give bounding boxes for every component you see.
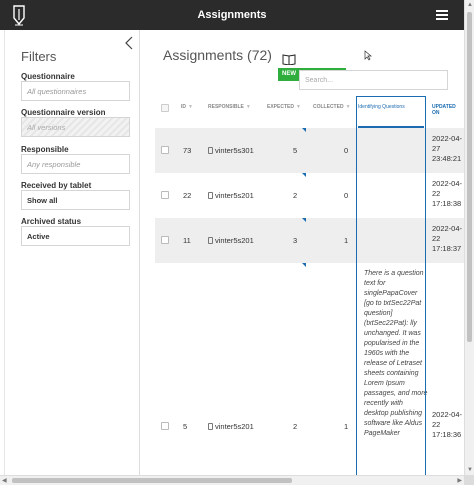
column-responsible[interactable]: RESPONSIBLE ▼ — [208, 96, 251, 128]
search-input[interactable]: Search... — [299, 70, 448, 90]
column-identifying-questions[interactable]: Identifying Questions — [358, 96, 424, 128]
scroll-right-icon[interactable]: ▶ — [457, 477, 462, 484]
row-expected[interactable]: 5 — [293, 146, 297, 155]
edit-marker-icon — [302, 128, 306, 132]
row-collected: 1 — [344, 236, 349, 245]
edit-marker-icon — [302, 218, 306, 222]
table-row[interactable]: 11 vinter5s201 3 1 2022-04- 22 17:18:37 — [155, 218, 464, 263]
row-id[interactable]: 11 — [183, 236, 191, 245]
scroll-down-icon[interactable]: ▼ — [467, 467, 473, 473]
filter-received-label: Received by tablet — [21, 181, 92, 190]
vertical-scrollbar[interactable]: ▲ ▼ — [464, 0, 474, 475]
row-updated-on: 2022-04- 27 23:48:21 — [432, 134, 463, 163]
column-collected[interactable]: COLLECTED ▼ — [313, 96, 351, 128]
archived-status-select[interactable]: Active — [21, 226, 130, 246]
hamburger-icon[interactable] — [436, 10, 448, 20]
row-collected: 0 — [344, 146, 349, 155]
row-collected: 0 — [344, 191, 349, 200]
table-row[interactable]: 73 vinter5s301 5 0 2022-04- 27 23:48:21 — [155, 128, 464, 173]
row-responsible[interactable]: vinter5s201 — [208, 236, 254, 245]
row-expected[interactable]: 2 — [293, 191, 297, 200]
table-row[interactable]: 22 vinter5s201 2 0 2022-04- 22 17:18:38 — [155, 173, 464, 218]
edit-marker-icon — [302, 173, 306, 177]
row-collected: 1 — [344, 422, 349, 431]
horizontal-scroll-thumb[interactable] — [12, 478, 292, 483]
tablet-icon — [208, 237, 213, 244]
tablet-icon — [208, 423, 213, 430]
select-all-checkbox[interactable] — [161, 104, 169, 112]
filter-questionnaire-label: Questionnaire — [21, 72, 75, 81]
book-icon[interactable] — [282, 53, 296, 65]
filter-version-label: Questionnaire version — [21, 108, 106, 117]
chevron-left-icon[interactable] — [124, 36, 134, 50]
filters-title: Filters — [21, 49, 57, 64]
row-expected[interactable]: 2 — [293, 422, 297, 431]
edit-marker-icon — [302, 263, 306, 267]
horizontal-scrollbar[interactable]: ◀ ▶ — [0, 475, 464, 485]
tablet-icon — [208, 147, 213, 154]
top-bar: Assignments — [0, 0, 464, 30]
scrollbar-corner — [464, 475, 474, 485]
responsible-select[interactable]: Any responsible — [21, 154, 130, 174]
mouse-cursor-icon — [364, 50, 372, 61]
row-checkbox[interactable] — [161, 191, 169, 199]
table-row[interactable]: 5 vinter5s201 2 1 There is a question te… — [155, 263, 464, 475]
row-updated-on: 2022-04- 22 17:18:37 — [432, 224, 463, 253]
column-id[interactable]: ID ▼ — [181, 96, 193, 128]
row-id[interactable]: 73 — [183, 146, 191, 155]
row-id[interactable]: 5 — [183, 422, 187, 431]
row-expected[interactable]: 3 — [293, 236, 297, 245]
table-header: ID ▼ RESPONSIBLE ▼ EXPECTED ▼ COLLECTED ▼ Id… — [155, 96, 464, 128]
tablet-icon — [208, 192, 213, 199]
vertical-scroll-thumb[interactable] — [467, 12, 472, 342]
row-id[interactable]: 22 — [183, 191, 191, 200]
main-content: Assignments (72) NEW Search... ID ▼ RESPO… — [140, 30, 464, 475]
filter-responsible-label: Responsible — [21, 145, 69, 154]
app-title: Assignments — [197, 9, 267, 21]
page-title: Assignments (72) — [163, 47, 272, 63]
filters-sidebar: Filters Questionnaire All questionnaires… — [4, 30, 140, 475]
row-updated-on: 2022-04- 22 17:18:36 — [432, 410, 463, 439]
column-updated-on[interactable]: UPDATED ON — [432, 96, 458, 128]
row-responsible[interactable]: vinter5s301 — [208, 146, 254, 155]
questionnaire-version-select: All versions — [21, 117, 130, 137]
identifying-questions-text: There is a question text for singlePapaC… — [364, 270, 428, 437]
scroll-up-icon[interactable]: ▲ — [467, 2, 473, 8]
column-expected[interactable]: EXPECTED ▼ — [267, 96, 301, 128]
filter-archived-label: Archived status — [21, 217, 82, 226]
row-responsible[interactable]: vinter5s201 — [208, 191, 254, 200]
received-by-tablet-select[interactable]: Show all — [21, 190, 130, 210]
questionnaire-select[interactable]: All questionnaires — [21, 81, 130, 101]
row-updated-on: 2022-04- 22 17:18:38 — [432, 179, 463, 208]
scroll-left-icon[interactable]: ◀ — [2, 477, 7, 484]
row-checkbox[interactable] — [161, 236, 169, 244]
row-responsible[interactable]: vinter5s201 — [208, 422, 254, 431]
row-checkbox[interactable] — [161, 146, 169, 154]
row-checkbox[interactable] — [161, 422, 169, 430]
